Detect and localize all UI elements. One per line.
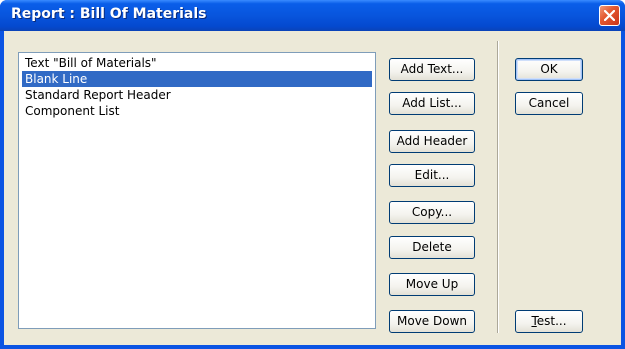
list-item[interactable]: Text "Bill of Materials" bbox=[22, 55, 372, 71]
edit-button[interactable]: Edit... bbox=[389, 164, 475, 187]
ok-button[interactable]: OK bbox=[515, 58, 583, 81]
window-title: Report : Bill Of Materials bbox=[11, 6, 207, 22]
test-button[interactable]: Test... bbox=[515, 310, 583, 333]
list-item[interactable]: Standard Report Header bbox=[22, 87, 372, 103]
copy-button[interactable]: Copy... bbox=[389, 201, 475, 224]
delete-button[interactable]: Delete bbox=[389, 236, 475, 259]
list-item[interactable]: Component List bbox=[22, 103, 372, 119]
dialog-client-area: Text "Bill of Materials" Blank Line Stan… bbox=[4, 31, 621, 345]
move-down-button[interactable]: Move Down bbox=[389, 310, 475, 333]
move-up-button[interactable]: Move Up bbox=[389, 273, 475, 296]
add-header-button[interactable]: Add Header bbox=[389, 130, 475, 153]
list-item-selected[interactable]: Blank Line bbox=[22, 71, 372, 87]
cancel-button[interactable]: Cancel bbox=[515, 92, 583, 115]
close-button[interactable] bbox=[599, 5, 620, 26]
close-icon bbox=[604, 10, 615, 21]
report-items-listbox[interactable]: Text "Bill of Materials" Blank Line Stan… bbox=[18, 52, 376, 329]
add-list-button[interactable]: Add List... bbox=[389, 92, 475, 115]
test-label: est... bbox=[536, 314, 567, 328]
dialog-window: Report : Bill Of Materials Text "Bill of… bbox=[0, 0, 625, 349]
title-bar[interactable]: Report : Bill Of Materials bbox=[0, 0, 625, 31]
add-text-button[interactable]: Add Text... bbox=[389, 58, 475, 81]
vertical-separator bbox=[497, 41, 499, 333]
